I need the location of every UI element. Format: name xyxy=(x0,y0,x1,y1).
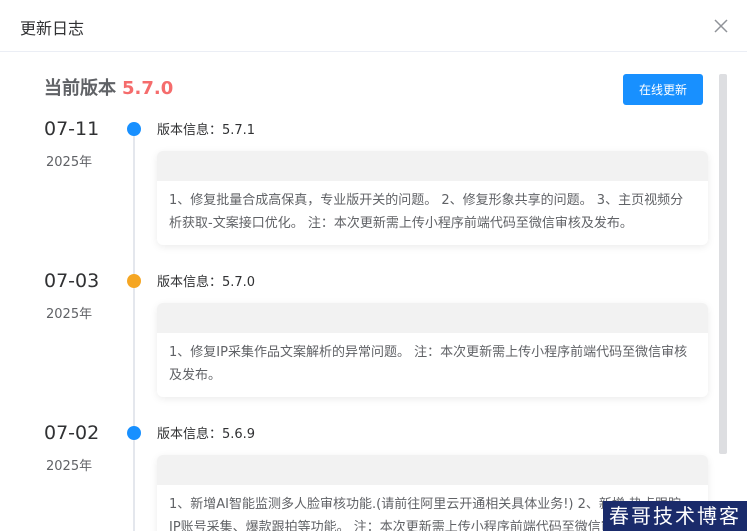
scrollbar-thumb[interactable] xyxy=(719,74,727,454)
entry-date: 07-02 xyxy=(44,422,100,444)
timeline-dot xyxy=(127,274,141,288)
card-header xyxy=(157,151,708,181)
entry-version-label: 版本信息：5.7.0 xyxy=(157,275,256,290)
card-header xyxy=(157,455,708,485)
entry-date: 07-11 xyxy=(44,118,100,140)
entry-year: 2025年 xyxy=(46,155,93,170)
entry-content: 1、修复IP采集作品文案解析的异常问题。 注：本次更新需上传小程序前端代码至微信… xyxy=(169,345,688,383)
entry-card: 1、修复批量合成高保真，专业版开关的问题。 2、修复形象共享的问题。 3、主页视… xyxy=(157,151,708,245)
card-header xyxy=(157,303,708,333)
current-version-number: 5.7.0 xyxy=(122,78,174,99)
entry-version-label: 版本信息：5.6.9 xyxy=(157,427,256,442)
watermark-logo: 春哥技术博客 xyxy=(603,501,747,531)
dialog-title: 更新日志 xyxy=(20,19,85,38)
entry-year: 2025年 xyxy=(46,459,93,474)
entry-date: 07-03 xyxy=(44,270,100,292)
changelog-dialog: 更新日志 当前版本 5.7.0 在线更新 07-11 2025年 版本信息：5.7… xyxy=(0,0,747,531)
entry-year: 2025年 xyxy=(46,307,93,322)
entry-content: 1、修复批量合成高保真，专业版开关的问题。 2、修复形象共享的问题。 3、主页视… xyxy=(169,193,684,231)
current-version: 当前版本 5.7.0 xyxy=(44,74,173,100)
close-icon[interactable] xyxy=(711,16,731,36)
timeline-line xyxy=(133,126,135,531)
timeline-dot xyxy=(127,122,141,136)
current-version-label: 当前版本 xyxy=(44,78,116,99)
entry-version-label: 版本信息：5.7.1 xyxy=(157,123,256,138)
entry-card: 1、修复IP采集作品文案解析的异常问题。 注：本次更新需上传小程序前端代码至微信… xyxy=(157,303,708,397)
timeline-dot xyxy=(127,426,141,440)
dialog-header: 更新日志 xyxy=(0,0,747,52)
scrollbar[interactable] xyxy=(718,74,728,531)
online-update-button[interactable]: 在线更新 xyxy=(623,74,703,105)
